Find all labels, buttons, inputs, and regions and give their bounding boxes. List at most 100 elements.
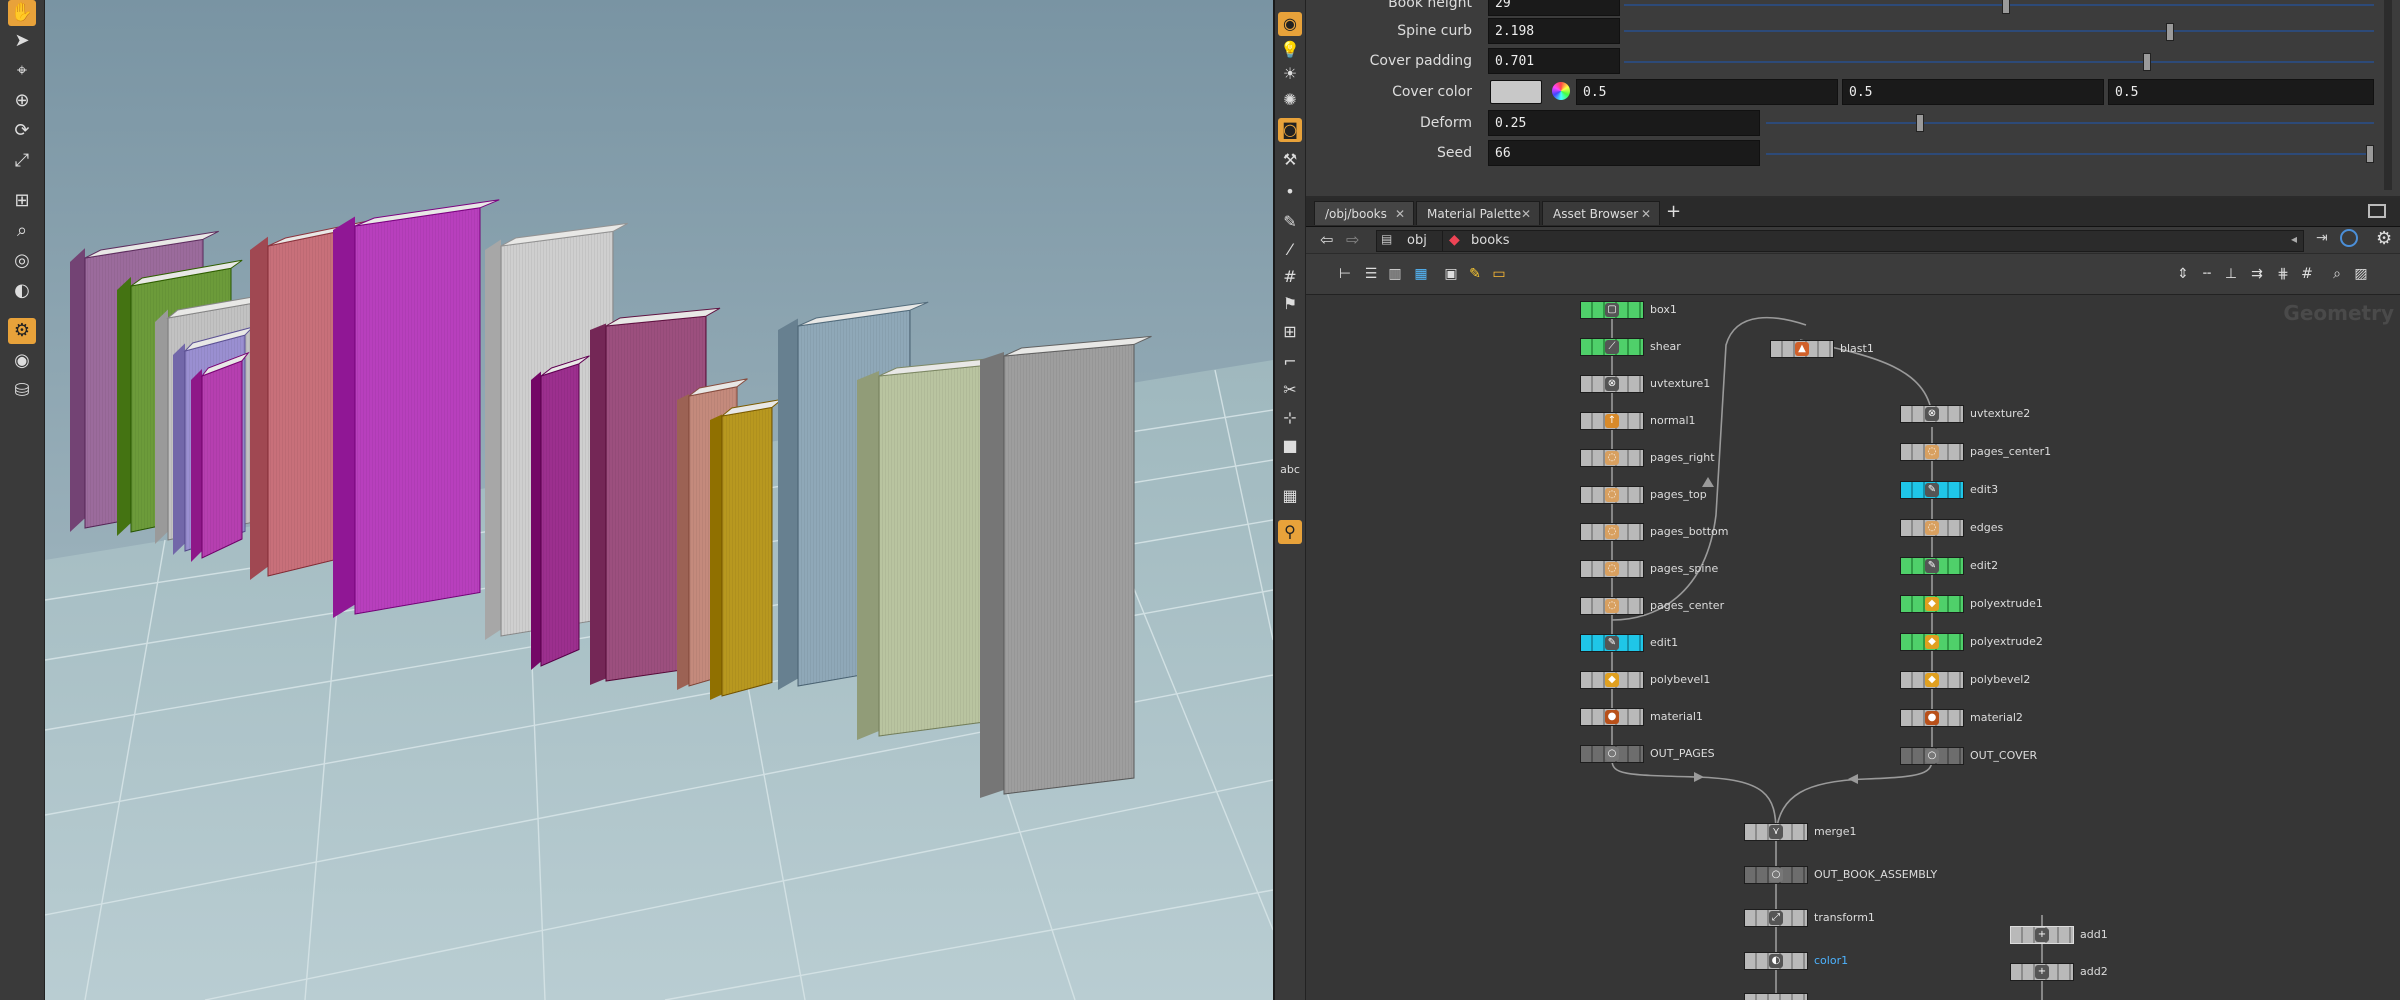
measure-icon[interactable]: ⊹ <box>1278 406 1302 430</box>
pin-icon[interactable]: ⚲ <box>1278 520 1302 544</box>
spine-curb-slider-knob[interactable] <box>2165 23 2174 41</box>
gear-icon[interactable]: ⚙ <box>2376 228 2392 249</box>
3d-viewport[interactable] <box>45 0 1273 1000</box>
close-icon[interactable]: ✕ <box>1641 202 1651 226</box>
close-icon[interactable]: ✕ <box>1395 202 1405 226</box>
path-root[interactable]: ▤ obj <box>1376 230 1448 252</box>
back-arrow-icon[interactable]: ⇦ <box>1320 230 1333 249</box>
dash-icon[interactable]: ╌ <box>2196 263 2218 285</box>
magnet-icon[interactable]: ◐ <box>8 278 36 304</box>
node-edit1[interactable]: ✎ <box>1580 634 1644 652</box>
node-out-book-assembly[interactable]: ○ <box>1744 866 1808 884</box>
node-add1[interactable]: + <box>2010 926 2074 944</box>
transform-tool-icon[interactable]: ⊞ <box>8 188 36 214</box>
node-polyextrude1[interactable]: ◆ <box>1900 595 1964 613</box>
node-out-pages[interactable]: ○ <box>1580 745 1644 763</box>
spine-curb-field[interactable]: 2.198 <box>1488 18 1620 44</box>
lighting-icon[interactable]: ◉ <box>1278 12 1302 36</box>
align-icon[interactable]: ⊥ <box>2220 263 2242 285</box>
list-view-icon[interactable]: ☰ <box>1360 263 1382 285</box>
node-color1[interactable]: ◐ <box>1744 952 1808 970</box>
tree-view-icon[interactable]: ⊢ <box>1334 263 1356 285</box>
cut-icon[interactable]: ✂ <box>1278 378 1302 402</box>
paint-tool-icon[interactable]: ◎ <box>8 248 36 274</box>
seed-slider-knob[interactable] <box>2366 145 2374 163</box>
node-polyextrude2[interactable]: ◆ <box>1900 633 1964 651</box>
group-icon[interactable]: ▦ <box>1278 484 1302 508</box>
render-tool-icon[interactable]: ⛁ <box>8 378 36 404</box>
network-box-icon[interactable]: ▭ <box>1488 263 1510 285</box>
node-uvtexture1[interactable]: ⊗ <box>1580 375 1644 393</box>
layout-icon[interactable]: ⋕ <box>2272 263 2294 285</box>
bulb-icon[interactable]: 💡 <box>1278 38 1302 62</box>
node-edit2[interactable]: ✎ <box>1900 557 1964 575</box>
path-current[interactable]: ◆ books ◂ <box>1442 230 2304 252</box>
deform-field[interactable]: 0.25 <box>1488 110 1760 136</box>
seed-slider-track[interactable] <box>1766 153 2374 155</box>
path-dropdown-icon[interactable]: ◂ <box>2291 232 2297 246</box>
node-uvtexture2[interactable]: ⊗ <box>1900 405 1964 423</box>
seed-field[interactable]: 66 <box>1488 140 1760 166</box>
node-next[interactable] <box>1744 993 1808 1000</box>
node-pages-bottom[interactable]: ◌ <box>1580 523 1644 541</box>
move-tool-icon[interactable]: ⊕ <box>8 88 36 114</box>
spine-curb-slider-track[interactable] <box>1624 30 2374 32</box>
node-polybevel2[interactable]: ◆ <box>1900 671 1964 689</box>
sort-icon[interactable]: ⇕ <box>2172 263 2194 285</box>
close-icon[interactable]: ✕ <box>1521 202 1531 226</box>
node-add2[interactable]: + <box>2010 963 2074 981</box>
brush-icon[interactable]: ⁄ <box>1278 238 1302 262</box>
node-edges[interactable]: ◌ <box>1900 519 1964 537</box>
flag-icon[interactable]: ⚑ <box>1278 292 1302 316</box>
color-palette-icon[interactable]: ▦ <box>1410 263 1432 285</box>
cover-color-g-field[interactable]: 0.5 <box>1842 79 2104 105</box>
node-normal1[interactable]: ↑ <box>1580 412 1644 430</box>
pin-pane-icon[interactable]: ⇥ <box>2316 230 2328 246</box>
photo-icon[interactable]: ▨ <box>2350 263 2372 285</box>
node-pages-center1[interactable]: ◌ <box>1900 443 1964 461</box>
image-icon[interactable]: ▣ <box>1440 263 1462 285</box>
book-height-slider-knob[interactable] <box>2002 0 2011 14</box>
pen-icon[interactable]: ✎ <box>1278 210 1302 234</box>
forward-arrow-icon[interactable]: ⇨ <box>1346 230 1359 249</box>
tab-obj-books[interactable]: /obj/books ✕ <box>1314 201 1414 225</box>
tab-asset-browser[interactable]: Asset Browser ✕ <box>1542 201 1660 225</box>
view-tool-icon[interactable]: ◉ <box>8 348 36 374</box>
pose-tool-icon[interactable]: ⌕ <box>8 218 36 244</box>
add-tab-icon[interactable]: + <box>1666 201 1681 222</box>
node-merge1[interactable]: ⋎ <box>1744 823 1808 841</box>
deform-slider-track[interactable] <box>1766 122 2374 124</box>
node-transform1[interactable]: ⤢ <box>1744 909 1808 927</box>
node-pages-spine[interactable]: ◌ <box>1580 560 1644 578</box>
cover-color-b-field[interactable]: 0.5 <box>2108 79 2374 105</box>
snap-tool-icon[interactable]: ⚙ <box>8 318 36 344</box>
sticky-note-icon[interactable]: ✎ <box>1464 263 1486 285</box>
node-pages-top[interactable]: ◌ <box>1580 486 1644 504</box>
grid-icon[interactable]: # <box>2296 263 2318 285</box>
square-icon[interactable]: ■ <box>1278 434 1302 458</box>
link-icon[interactable] <box>2340 229 2358 247</box>
node-edit3[interactable]: ✎ <box>1900 481 1964 499</box>
bulb-outline-icon[interactable]: ☀ <box>1278 62 1302 86</box>
text-icon[interactable]: abc <box>1278 458 1302 482</box>
node-shear[interactable]: ⟋ <box>1580 338 1644 356</box>
book-height-field[interactable]: 29 <box>1488 0 1620 16</box>
wrench-icon[interactable]: ⚒ <box>1278 148 1302 172</box>
number-icon[interactable]: # <box>1278 265 1302 289</box>
search-icon[interactable]: ⌕ <box>2326 263 2348 285</box>
node-polybevel1[interactable]: ◆ <box>1580 671 1644 689</box>
select-arrow-icon[interactable]: ➤ <box>8 28 36 54</box>
table-view-icon[interactable]: ▥ <box>1384 263 1406 285</box>
point-icon[interactable]: • <box>1278 180 1302 204</box>
node-blast1[interactable]: ▲ <box>1770 340 1834 358</box>
cover-color-r-field[interactable]: 0.5 <box>1576 79 1838 105</box>
camera-icon[interactable]: ◙ <box>1278 118 1302 142</box>
tab-material-palette[interactable]: Material Palette ✕ <box>1416 201 1540 225</box>
node-material2[interactable]: ● <box>1900 709 1964 727</box>
node-pages-center[interactable]: ◌ <box>1580 597 1644 615</box>
color-wheel-icon[interactable] <box>1552 82 1570 100</box>
node-material1[interactable]: ● <box>1580 708 1644 726</box>
cover-padding-slider-track[interactable] <box>1624 61 2374 63</box>
deform-slider-knob[interactable] <box>1916 114 1924 132</box>
rotate-tool-icon[interactable]: ⟳ <box>8 118 36 144</box>
